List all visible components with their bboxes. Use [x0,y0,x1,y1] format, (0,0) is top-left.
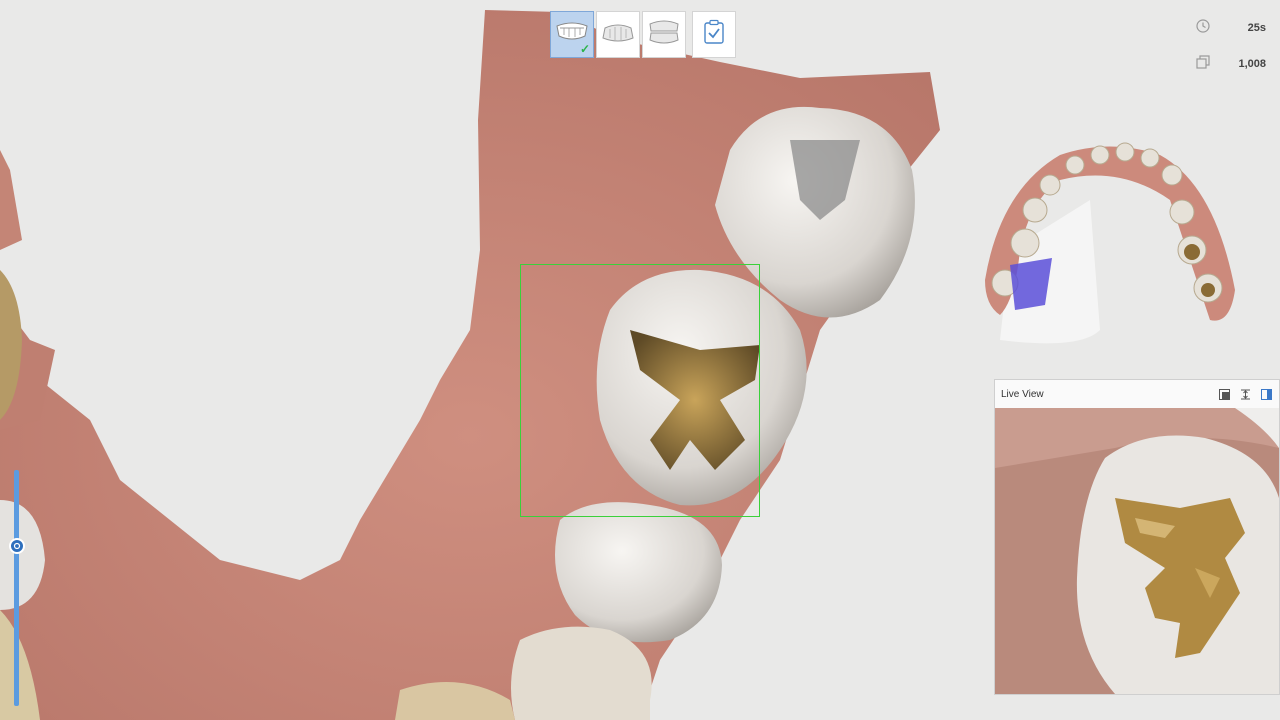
clock-icon [1196,18,1210,38]
gear-icon [13,537,21,555]
scan-info-panel: 25s 1,008 [1196,18,1266,90]
snapshot-icon[interactable] [1218,388,1231,401]
stage-lower-jaw-button[interactable] [596,11,640,58]
scan-capture-box [520,264,760,517]
stage-bite-button[interactable] [642,11,686,58]
bite-icon [647,18,681,51]
scan-time-value: 25s [1247,22,1266,34]
review-checklist-icon [703,19,725,50]
view-slider-thumb[interactable] [9,538,25,554]
live-view-panel: Live View [994,379,1280,695]
live-view-header: Live View [995,380,1279,409]
dock-icon[interactable] [1260,388,1273,401]
view-slider-track[interactable] [14,470,19,706]
scan-time-row: 25s [1196,18,1266,38]
frame-count-value: 1,008 [1238,58,1266,70]
lower-jaw-icon [601,18,635,51]
live-view-title: Live View [1001,388,1044,400]
live-view-camera-feed [995,408,1279,694]
live-view-controls [1218,388,1273,401]
stage-review-button[interactable] [692,11,736,58]
fit-icon[interactable] [1239,388,1252,401]
frames-icon [1196,54,1210,74]
completed-check-icon: ✓ [579,42,590,56]
stage-upper-jaw-button[interactable]: ✓ [550,11,594,58]
arch-overview[interactable] [985,142,1235,344]
gingiva-fragment [0,150,22,250]
stage-toolbar: ✓ [550,11,736,59]
frame-count-row: 1,008 [1196,54,1266,74]
